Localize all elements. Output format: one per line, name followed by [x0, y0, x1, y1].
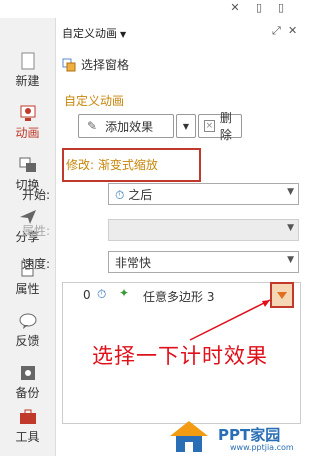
annotation-text: 选择一下计时效果	[92, 344, 268, 368]
house-logo-icon	[170, 421, 208, 452]
annotation-arrow	[189, 299, 271, 341]
watermark-logo: PPT家园 www.pptjia.com	[168, 418, 299, 456]
